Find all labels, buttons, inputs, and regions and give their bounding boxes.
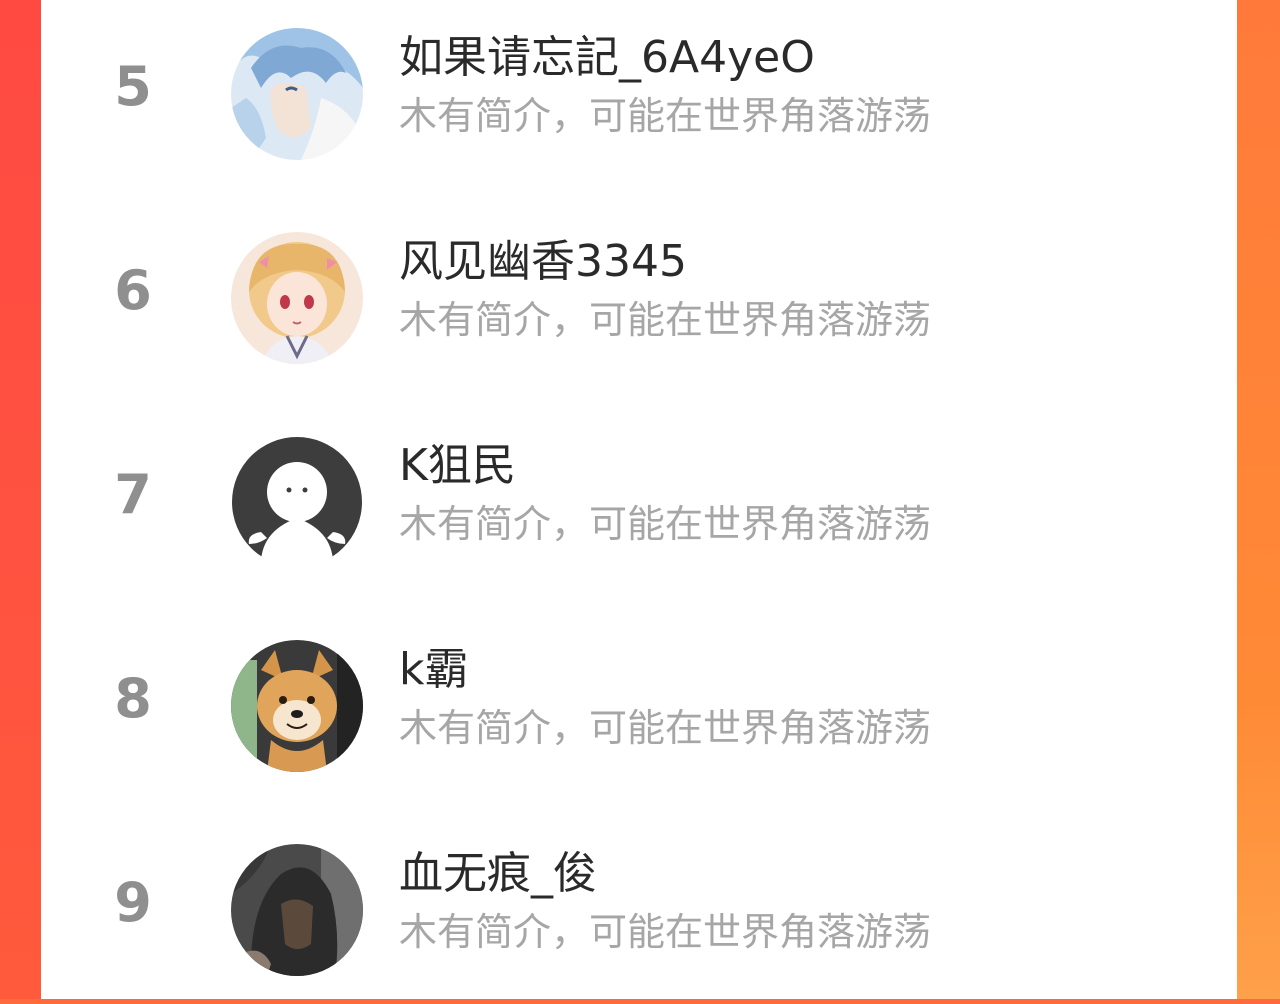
username[interactable]: k霸: [399, 645, 468, 694]
user-bio: 木有简介，可能在世界角落游荡: [399, 94, 932, 138]
user-bio: 木有简介，可能在世界角落游荡: [399, 502, 932, 546]
rank-number: 7: [114, 463, 152, 526]
ranking-list: 5 如果请忘記_6A4yeO 木有简介，可能在世界角落游荡 6 风见幽香3345…: [41, 0, 1237, 999]
anime-boy-avatar[interactable]: [231, 28, 363, 160]
user-row[interactable]: 9 血无痕_俊 木有简介，可能在世界角落游荡: [41, 824, 1237, 1004]
rank-number: 9: [114, 871, 152, 934]
right-gradient-border: [1237, 0, 1280, 999]
dark-hooded-figure-avatar[interactable]: [231, 844, 363, 976]
user-row[interactable]: 7 K狙民 木有简介，可能在世界角落游荡: [41, 416, 1237, 596]
username[interactable]: 风见幽香3345: [399, 237, 687, 286]
shiba-dog-avatar[interactable]: [231, 640, 363, 772]
username[interactable]: 血无痕_俊: [399, 849, 597, 898]
rank-number: 6: [114, 259, 152, 322]
default-ghost-avatar[interactable]: [231, 436, 363, 568]
username[interactable]: K狙民: [399, 441, 516, 490]
user-row[interactable]: 6 风见幽香3345 木有简介，可能在世界角落游荡: [41, 212, 1237, 392]
anime-girl-avatar[interactable]: [231, 232, 363, 364]
user-row[interactable]: 5 如果请忘記_6A4yeO 木有简介，可能在世界角落游荡: [41, 8, 1237, 188]
user-bio: 木有简介，可能在世界角落游荡: [399, 298, 932, 342]
user-bio: 木有简介，可能在世界角落游荡: [399, 706, 932, 750]
rank-number: 8: [114, 667, 152, 730]
left-gradient-border: [0, 0, 41, 999]
user-row[interactable]: 8 k霸 木有简介，可能在世界角落游荡: [41, 620, 1237, 800]
username[interactable]: 如果请忘記_6A4yeO: [399, 33, 815, 82]
user-bio: 木有简介，可能在世界角落游荡: [399, 910, 932, 954]
rank-number: 5: [114, 55, 152, 118]
